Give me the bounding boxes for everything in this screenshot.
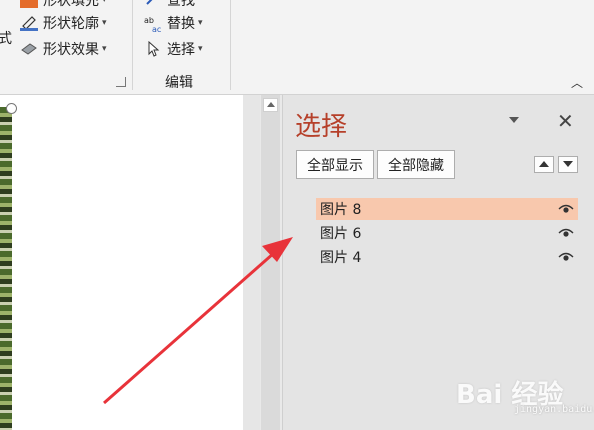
pane-title: 选择 — [295, 112, 348, 142]
select-label: 选择 — [167, 42, 195, 58]
select-button[interactable]: 选择 ▾ — [144, 39, 203, 59]
shape-outline-label: 形状轮廓 — [43, 16, 99, 32]
close-icon[interactable]: ✕ — [557, 109, 574, 133]
vertical-scrollbar[interactable] — [261, 95, 280, 430]
show-all-button[interactable]: 全部显示 — [296, 150, 374, 179]
replace-icon: ab ac — [144, 15, 162, 34]
dialog-launcher-icon[interactable] — [116, 77, 126, 87]
slide-editor — [0, 95, 260, 430]
shape-effect-button[interactable]: 形状效果 ▾ — [20, 39, 107, 59]
find-label: 查找 — [167, 0, 195, 9]
ribbon: 式 形状填充 ▾ 形状轮廓 ▾ 形状效果 ▾ 查找 ab ac 替换 ▾ 选择 ▾ 编 — [0, 0, 594, 95]
ribbon-cut-label: 式 — [0, 28, 12, 48]
eye-icon[interactable] — [558, 251, 574, 263]
group-separator — [230, 0, 231, 90]
collapse-ribbon-icon[interactable]: ︿ — [571, 74, 583, 91]
svg-text:ac: ac — [152, 25, 161, 33]
shape-outline-button[interactable]: 形状轮廓 ▾ — [20, 13, 107, 33]
baidu-watermark: Bai 经验 jingyan.baidu.com — [456, 370, 594, 420]
shape-fill-icon — [20, 0, 38, 8]
group-separator — [132, 0, 133, 90]
list-item[interactable]: 图片 6 — [316, 222, 578, 244]
shape-effect-label: 形状效果 — [43, 42, 99, 58]
eye-icon[interactable] — [558, 227, 574, 239]
layer-name: 图片 4 — [320, 250, 362, 266]
find-icon — [144, 0, 162, 8]
layer-name: 图片 6 — [320, 226, 362, 242]
layer-name: 图片 8 — [320, 202, 362, 218]
scroll-up-button[interactable] — [263, 98, 278, 112]
ribbon-cut-text: 式 — [0, 31, 12, 47]
bring-forward-button[interactable] — [534, 156, 554, 173]
resize-handle[interactable] — [6, 103, 17, 114]
find-button[interactable]: 查找 — [144, 0, 195, 10]
watermark-url: jingyan.baidu.com — [514, 404, 594, 415]
slide-canvas[interactable] — [0, 95, 243, 430]
shape-fill-button[interactable]: 形状填充 ▾ — [20, 0, 107, 10]
shape-effect-icon — [20, 41, 38, 57]
pane-options-icon[interactable] — [509, 117, 519, 123]
editing-group-label: 编辑 — [165, 75, 193, 91]
replace-button[interactable]: ab ac 替换 ▾ — [144, 13, 203, 34]
slide-picture[interactable] — [0, 107, 12, 430]
hide-all-button[interactable]: 全部隐藏 — [377, 150, 455, 179]
shape-outline-icon — [20, 15, 38, 31]
send-backward-button[interactable] — [558, 156, 578, 173]
shape-fill-label: 形状填充 — [43, 0, 99, 9]
list-item[interactable]: 图片 8 — [316, 198, 578, 220]
cursor-icon — [144, 40, 162, 57]
list-item[interactable]: 图片 4 — [316, 246, 578, 268]
eye-icon[interactable] — [558, 203, 574, 215]
replace-label: 替换 — [167, 16, 195, 32]
svg-text:ab: ab — [144, 16, 154, 25]
